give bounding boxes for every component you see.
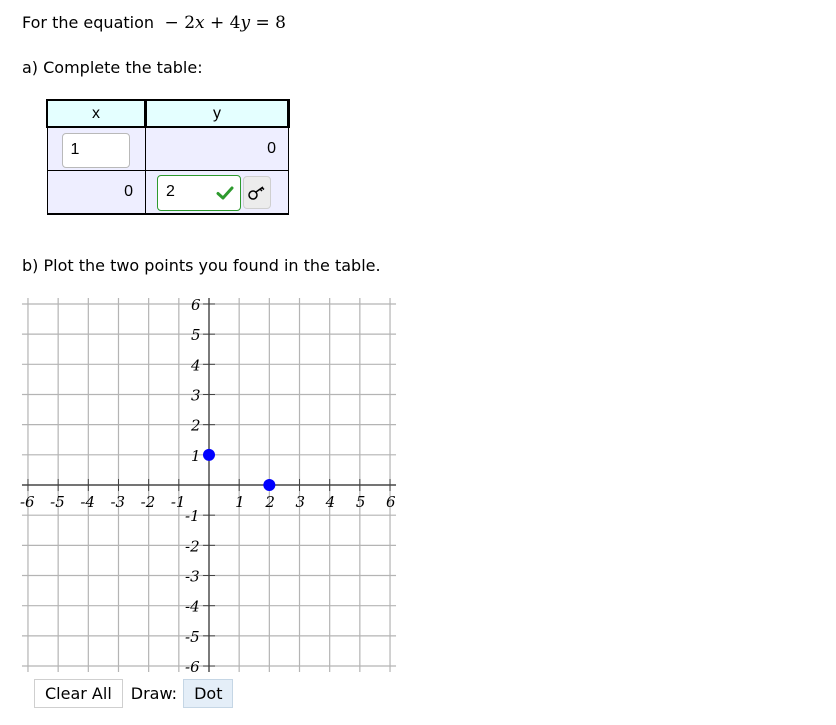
y-input-row2-value: 2 (166, 183, 175, 200)
y-tick-label: -3 (185, 568, 200, 586)
y-input-row2[interactable]: 2 (157, 175, 241, 211)
axes (21, 297, 397, 673)
x-tick-label: 2 (264, 493, 275, 511)
eq-coef-y: 4 (229, 13, 241, 33)
x-tick-label: -6 (20, 493, 35, 511)
tick-labels: -6 -5 -4 -3 -2 -1 1 2 3 4 5 6 6 5 4 3 2 1 -1 -2 -3 -4 -5 -6 (20, 296, 396, 676)
y-tick-label: -2 (185, 537, 200, 555)
equation-prompt: For the equation − 2x + 4y = 8 (22, 13, 286, 33)
eq-rhs: 8 (275, 13, 286, 33)
x-tick-label: -3 (110, 493, 125, 511)
answer-key-button[interactable] (243, 176, 271, 209)
y-value-row1: 0 (267, 140, 276, 157)
header-y: y (145, 99, 290, 128)
x-tick-label: 5 (356, 493, 366, 511)
graph-controls: Clear All Draw: Dot (34, 679, 234, 708)
eq-var-x: x (195, 13, 205, 33)
x-tick-label: -4 (80, 493, 95, 511)
part-a-label: a) Complete the table: (22, 58, 203, 77)
x-tick-label: 6 (386, 493, 396, 511)
y-tick-label: 1 (191, 447, 201, 465)
check-icon (216, 186, 234, 200)
cell-x-row2: 0 (46, 170, 146, 215)
y-tick-label: -4 (185, 598, 200, 616)
eq-coef-x: 2 (184, 13, 196, 33)
xy-table: x y 1 0 0 2 (46, 99, 290, 215)
table-row: 0 2 (46, 170, 289, 215)
plotted-point (263, 479, 276, 491)
clear-all-button[interactable]: Clear All (34, 679, 123, 708)
y-tick-label: 5 (191, 326, 201, 344)
eq-minus: − (164, 13, 179, 33)
y-tick-label: 4 (190, 356, 201, 374)
cell-y-row2: 2 (145, 170, 289, 215)
eq-var-y: y (240, 13, 251, 33)
y-tick-label: 2 (190, 417, 201, 435)
x-tick-label: -5 (50, 493, 65, 511)
table-row: 1 0 (46, 127, 289, 171)
plotted-point (203, 448, 215, 461)
equation: − 2x + 4y = 8 (159, 13, 286, 33)
prompt-lead: For the equation (22, 13, 155, 32)
header-x: x (46, 99, 147, 128)
part-b-label: b) Plot the two points you found in the … (22, 256, 381, 275)
x-value-row2: 0 (124, 183, 133, 200)
x-tick-label: 1 (235, 493, 245, 511)
x-input-row1[interactable]: 1 (61, 133, 130, 168)
y-tick-label: -1 (185, 507, 200, 525)
draw-label: Draw: (130, 684, 178, 703)
eq-plus: + (210, 13, 225, 33)
key-icon (248, 185, 265, 200)
x-tick-label: -2 (141, 493, 156, 511)
draw-dot-button[interactable]: Dot (183, 679, 234, 708)
x-tick-label: -1 (171, 493, 186, 511)
table-header-row: x y (46, 99, 290, 128)
x-tick-label: 4 (325, 493, 336, 511)
y-tick-label: -5 (185, 628, 200, 646)
eq-equals: = (255, 13, 270, 33)
y-tick-label: 6 (191, 296, 201, 314)
cell-y-row1: 0 (145, 127, 289, 171)
y-tick-label: 3 (191, 386, 201, 404)
coordinate-graph[interactable]: -6 -5 -4 -3 -2 -1 1 2 3 4 5 6 6 5 4 3 2 1 -1 -2 -3 -4 -5 -6 (0, 290, 420, 680)
cell-x-row1: 1 (46, 127, 146, 171)
y-tick-label: -6 (185, 658, 200, 676)
x-tick-label: 3 (296, 493, 306, 511)
